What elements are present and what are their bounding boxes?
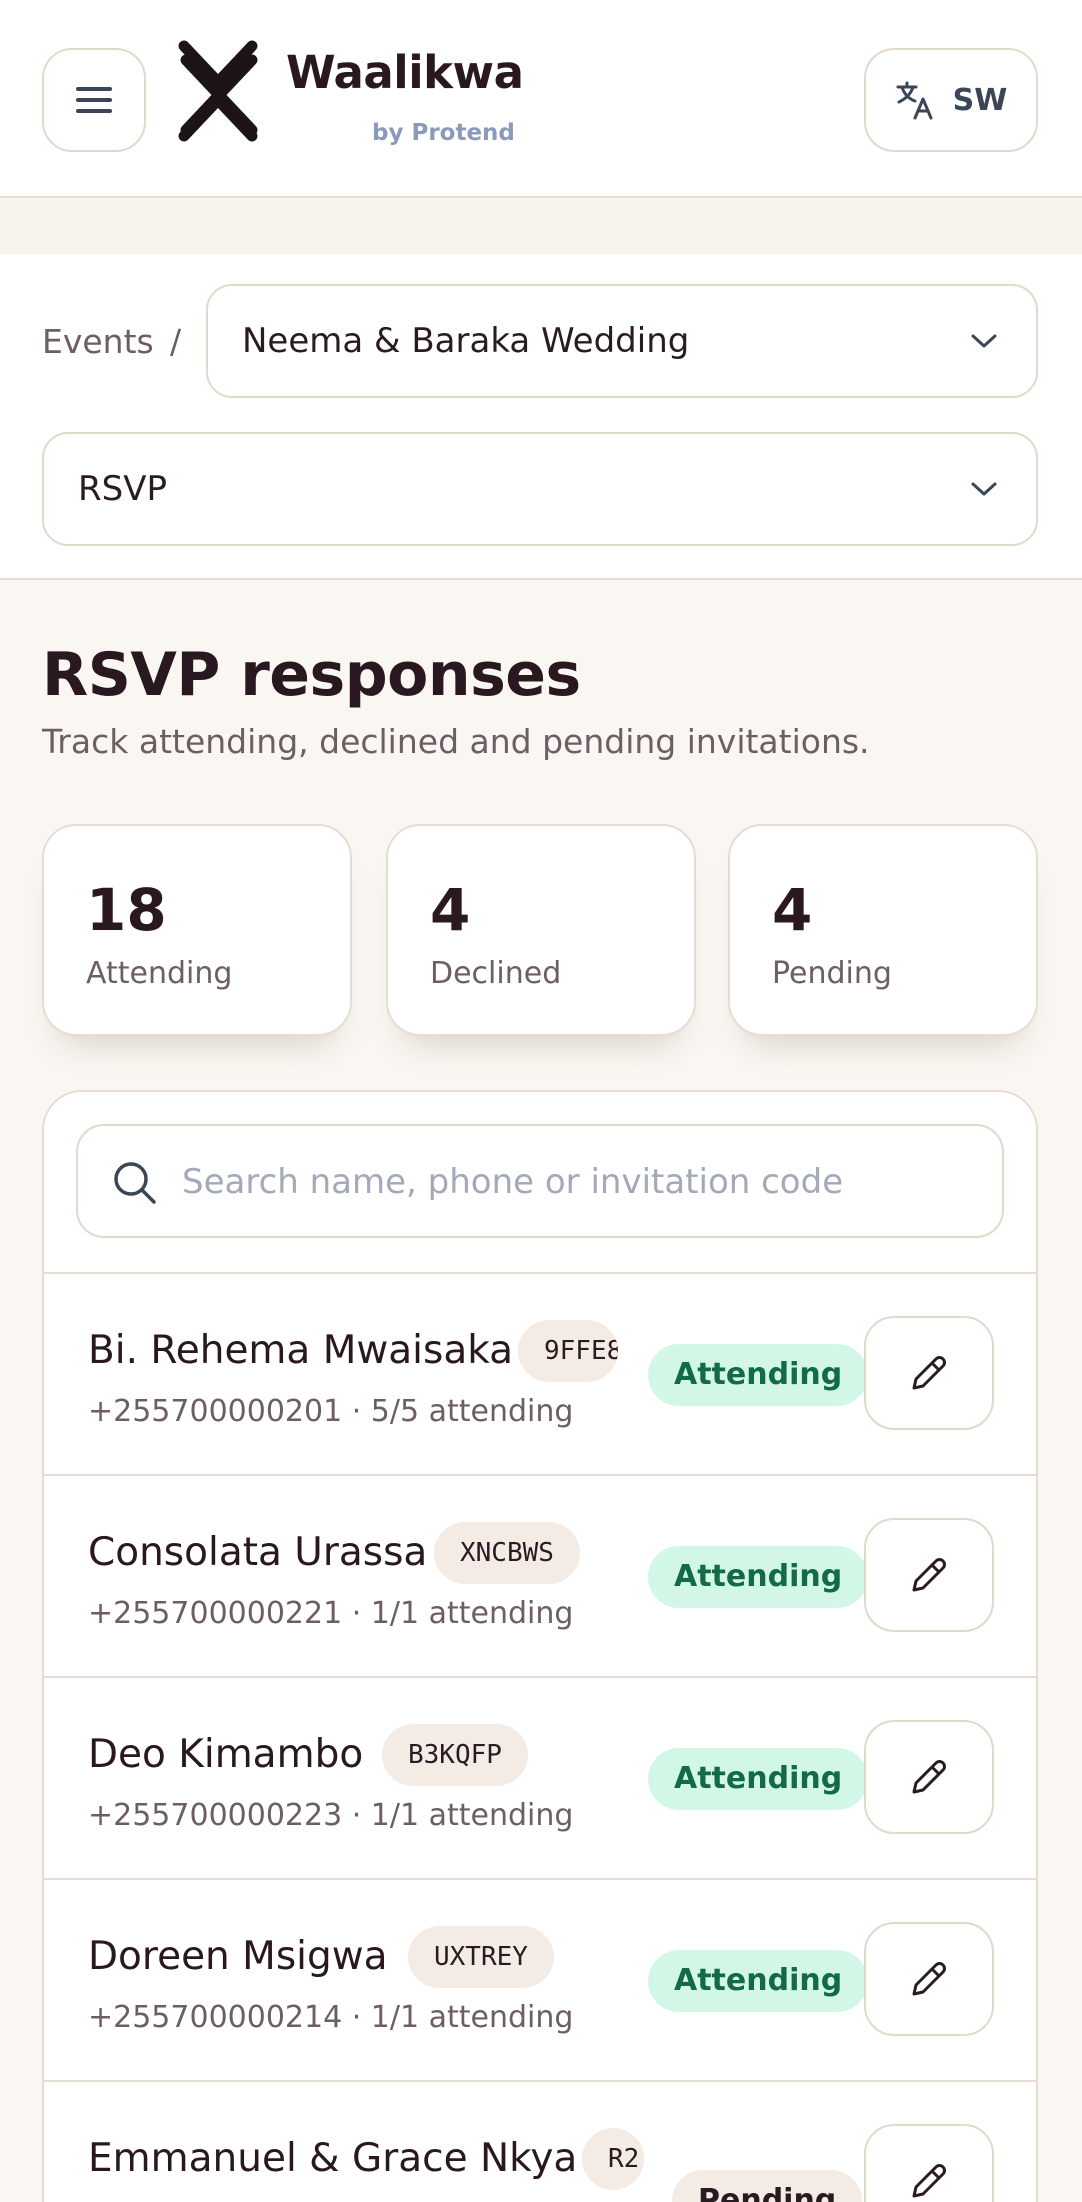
guest-meta: +255700000214 · 1/1 attending (88, 2000, 574, 2035)
breadcrumb-separator: / (170, 322, 182, 361)
invitation-code: R2 (582, 2128, 644, 2190)
breadcrumb-events-link[interactable]: Events (42, 322, 154, 361)
edit-button[interactable] (864, 2124, 994, 2202)
header-strip (0, 200, 1082, 254)
guest-list-card: Bi. Rehema Mwaisaka 9FFE8 +255700000201 … (42, 1090, 1038, 2202)
guest-meta: +255700000201 · 5/5 attending (88, 1394, 574, 1429)
guest-row[interactable]: Consolata Urassa XNCBWS +255700000221 · … (44, 1476, 1036, 1678)
guest-row[interactable]: Bi. Rehema Mwaisaka 9FFE8 +255700000201 … (44, 1274, 1036, 1476)
stat-card-declined: 4 Declined (386, 824, 696, 1036)
guest-row[interactable]: Doreen Msigwa UXTREY +255700000214 · 1/1… (44, 1880, 1036, 2082)
invitation-code: UXTREY (408, 1926, 554, 1988)
section-select-value: RSVP (78, 469, 167, 509)
translate-icon (896, 81, 933, 120)
invitation-code-badge: 9FFE8 (518, 1320, 618, 1382)
guest-name: Doreen Msigwa (88, 1934, 388, 1979)
guest-meta: +255700000223 · 1/1 attending (88, 1798, 574, 1833)
top-bar: Waalikwa by Protend SW (0, 0, 1082, 198)
guest-name: Deo Kimambo (88, 1732, 364, 1777)
guest-name: Bi. Rehema Mwaisaka (88, 1328, 514, 1373)
guest-name: Consolata Urassa (88, 1530, 428, 1575)
guest-meta: +255700000221 · 1/1 attending (88, 1596, 574, 1631)
menu-icon (76, 87, 112, 113)
pencil-icon (912, 2164, 946, 2198)
page-subtitle: Track attending, declined and pending in… (42, 722, 870, 761)
pencil-icon (912, 1760, 946, 1794)
edit-button[interactable] (864, 1316, 994, 1430)
edit-button[interactable] (864, 1720, 994, 1834)
stat-label: Pending (772, 956, 892, 991)
edit-button[interactable] (864, 1518, 994, 1632)
invitation-code-badge: B3KQFP (382, 1724, 528, 1786)
menu-button[interactable] (42, 48, 146, 152)
status-badge: Attending (648, 1344, 869, 1406)
pencil-icon (912, 1558, 946, 1592)
stat-label: Attending (86, 956, 233, 991)
event-select[interactable]: Neema & Baraka Wedding (206, 284, 1038, 398)
stat-card-attending: 18 Attending (42, 824, 352, 1036)
guest-name: Emmanuel & Grace Nkya (88, 2136, 578, 2181)
language-button[interactable]: SW (864, 48, 1038, 152)
search-field[interactable] (76, 1124, 1004, 1238)
page: Waalikwa by Protend SW Events / Neema & … (0, 0, 1082, 2202)
stat-value: 4 (772, 876, 813, 944)
section-select[interactable]: RSVP (42, 432, 1038, 546)
brand-name: Waalikwa (286, 46, 524, 99)
search-input[interactable] (182, 1146, 982, 1218)
language-label: SW (952, 82, 1008, 118)
chevron-down-icon (971, 482, 997, 496)
invitation-code: B3KQFP (382, 1724, 528, 1786)
status-badge: Attending (648, 1748, 869, 1810)
invitation-code: 9FFE8 (518, 1320, 618, 1382)
guest-row[interactable]: Emmanuel & Grace Nkya R2 Pending (44, 2082, 1036, 2202)
brand-subtitle: by Protend (372, 120, 515, 146)
status-badge: Attending (648, 1950, 869, 2012)
status-badge: Pending (672, 2170, 863, 2202)
invitation-code: XNCBWS (434, 1522, 580, 1584)
invitation-code-badge: UXTREY (408, 1926, 554, 1988)
pencil-icon (912, 1356, 946, 1390)
event-select-value: Neema & Baraka Wedding (242, 321, 690, 361)
stat-label: Declined (430, 956, 562, 991)
stat-value: 18 (86, 876, 167, 944)
search-icon (114, 1162, 156, 1204)
selector-panel: Events / Neema & Baraka Wedding RSVP (0, 254, 1082, 580)
guest-row[interactable]: Deo Kimambo B3KQFP +255700000223 · 1/1 a… (44, 1678, 1036, 1880)
edit-button[interactable] (864, 1922, 994, 2036)
pencil-icon (912, 1962, 946, 1996)
stat-value: 4 (430, 876, 471, 944)
brand-logo-icon (178, 40, 258, 142)
status-badge: Attending (648, 1546, 869, 1608)
invitation-code-badge: XNCBWS (434, 1522, 580, 1584)
chevron-down-icon (971, 334, 997, 348)
stat-card-pending: 4 Pending (728, 824, 1038, 1036)
invitation-code-badge: R2 (582, 2128, 644, 2190)
page-title: RSVP responses (42, 640, 581, 710)
